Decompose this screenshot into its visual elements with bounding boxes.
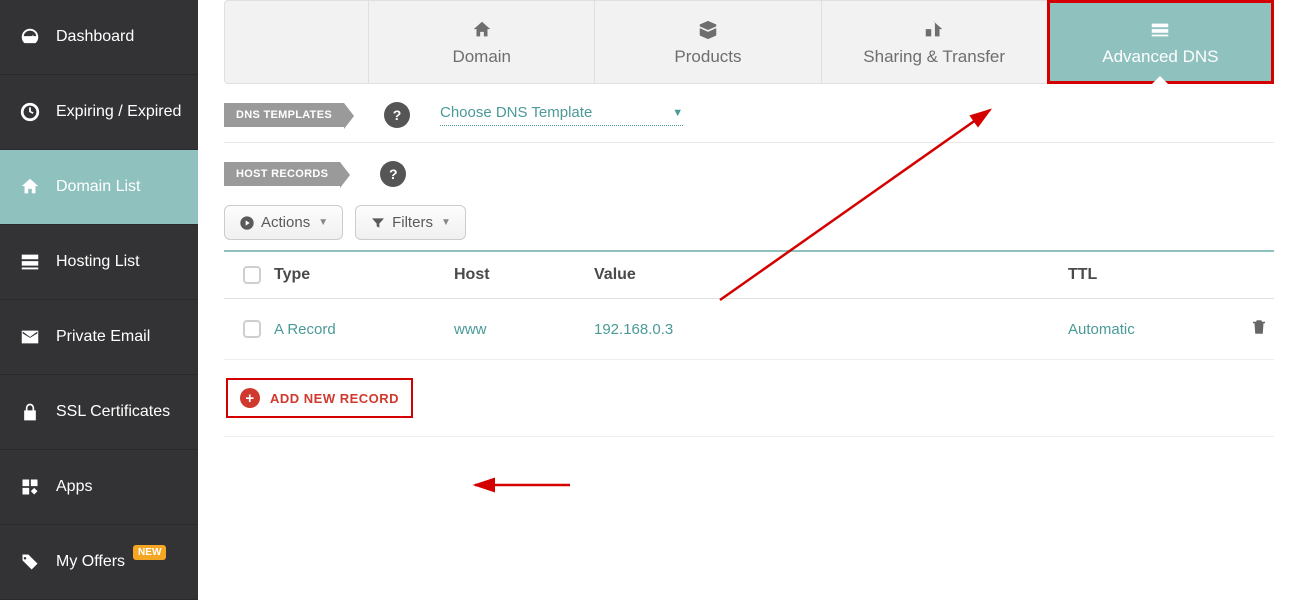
sidebar-item-hosting-list[interactable]: Hosting List [0,225,198,300]
mail-icon [16,326,44,348]
lock-icon [16,401,44,423]
cell-value[interactable]: 192.168.0.3 [594,321,1068,338]
host-records-tag: HOST RECORDS [224,162,340,186]
sidebar-item-label: Domain List [56,178,140,196]
tab-spacer [225,1,369,83]
sidebar-item-label: Apps [56,478,92,496]
help-icon[interactable]: ? [380,161,406,187]
divider [224,142,1274,143]
sidebar-item-label: Expiring / Expired [56,103,181,121]
sidebar-item-expiring[interactable]: Expiring / Expired [0,75,198,150]
help-icon[interactable]: ? [384,102,410,128]
row-checkbox[interactable] [243,320,261,338]
sidebar-item-label: Hosting List [56,253,140,271]
col-header-ttl: TTL [1068,266,1228,284]
dropdown-label: Choose DNS Template [440,104,592,121]
sidebar-item-dashboard[interactable]: Dashboard [0,0,198,75]
dashboard-icon [16,26,44,48]
tab-label: Products [674,47,741,66]
tab-label: Domain [452,47,511,66]
sidebar-item-private-email[interactable]: Private Email [0,300,198,375]
new-badge: NEW [133,545,166,560]
dns-templates-section: DNS TEMPLATES ? Choose DNS Template ▼ [224,102,1274,128]
tab-advanced-dns[interactable]: Advanced DNS [1048,1,1273,83]
dns-templates-tag: DNS TEMPLATES [224,103,344,127]
share-icon [921,19,947,41]
sidebar-item-label: Dashboard [56,28,134,46]
button-label: ADD NEW RECORD [270,391,399,406]
col-header-type: Type [274,266,454,284]
sidebar-item-ssl[interactable]: SSL Certificates [0,375,198,450]
filters-button[interactable]: Filters ▼ [355,205,466,240]
table-row: A Record www 192.168.0.3 Automatic [224,299,1274,360]
home-icon [470,19,494,41]
filter-icon [370,215,386,231]
sidebar-item-label: SSL Certificates [56,403,170,421]
tab-label: Advanced DNS [1102,47,1218,66]
domain-tabs: Domain Products Sharing & Transfer Advan… [224,0,1274,84]
cell-ttl[interactable]: Automatic [1068,321,1228,338]
tab-label: Sharing & Transfer [863,47,1005,66]
cell-type[interactable]: A Record [274,321,454,338]
sidebar-item-label: Private Email [56,328,150,346]
trash-icon[interactable] [1250,317,1268,337]
button-label: Filters [392,214,433,231]
add-new-record-button[interactable]: + ADD NEW RECORD [230,382,409,414]
dns-template-dropdown[interactable]: Choose DNS Template ▼ [440,104,683,126]
tag-icon [16,552,44,572]
add-record-row: + ADD NEW RECORD [224,360,1274,437]
chevron-down-icon: ▼ [318,217,328,228]
server-icon [16,251,44,273]
col-header-value: Value [594,266,1068,284]
tab-products[interactable]: Products [595,1,821,83]
sidebar-item-label: My Offers [56,553,125,571]
chevron-down-icon: ▼ [441,217,451,228]
actions-button[interactable]: Actions ▼ [224,205,343,240]
home-icon [16,176,44,198]
cell-host[interactable]: www [454,321,594,338]
sidebar-item-my-offers[interactable]: My Offers NEW [0,525,198,600]
apps-icon [16,477,44,497]
host-records-section: HOST RECORDS ? [224,161,1274,187]
action-bar: Actions ▼ Filters ▼ [224,205,1274,240]
records-header: Type Host Value TTL [224,252,1274,299]
box-icon [696,19,720,41]
sidebar-item-apps[interactable]: Apps [0,450,198,525]
col-header-host: Host [454,266,594,284]
clock-icon [16,101,44,123]
server-stack-icon [1147,19,1173,41]
chevron-down-icon: ▼ [672,107,683,119]
plus-icon: + [240,388,260,408]
select-all-checkbox[interactable] [243,266,261,284]
tab-sharing-transfer[interactable]: Sharing & Transfer [822,1,1048,83]
play-circle-icon [239,215,255,231]
main-content: Domain Products Sharing & Transfer Advan… [198,0,1300,600]
button-label: Actions [261,214,310,231]
tab-domain[interactable]: Domain [369,1,595,83]
sidebar: Dashboard Expiring / Expired Domain List… [0,0,198,600]
sidebar-item-domain-list[interactable]: Domain List [0,150,198,225]
